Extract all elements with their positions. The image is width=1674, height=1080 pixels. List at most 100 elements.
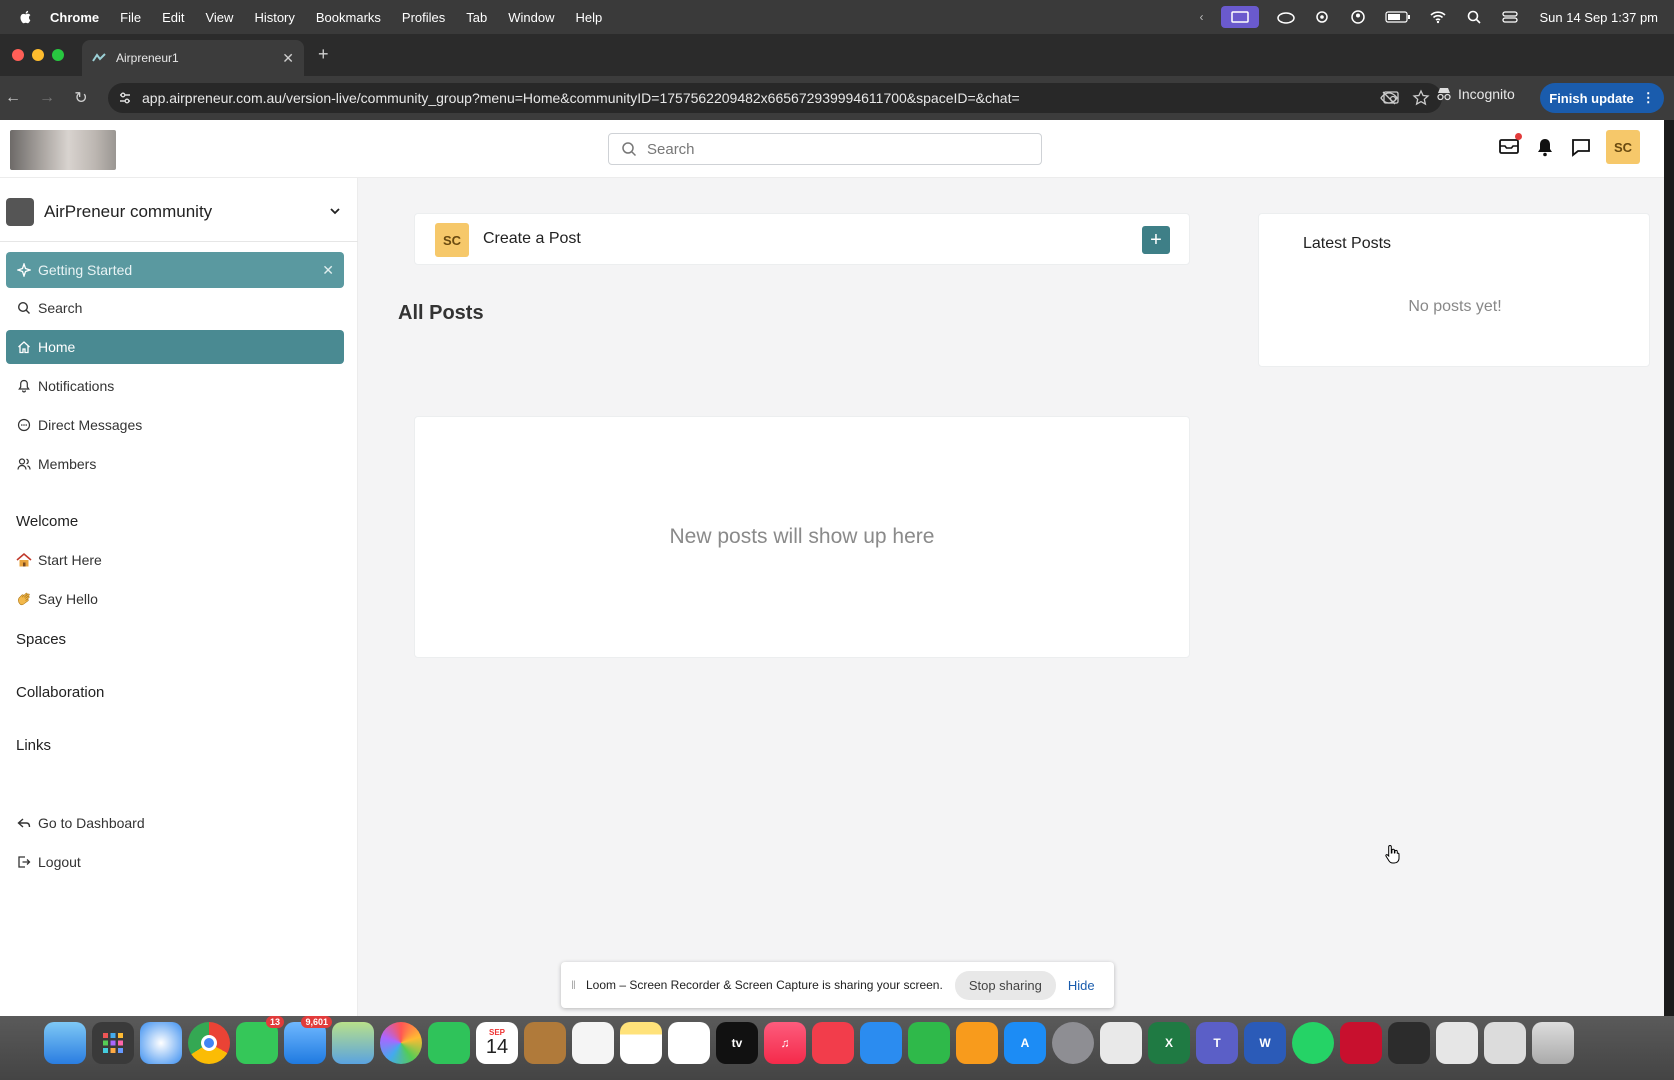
news-icon[interactable] bbox=[812, 1022, 854, 1064]
getting-started-label: Getting Started bbox=[38, 262, 133, 278]
whatsapp-icon[interactable] bbox=[1292, 1022, 1334, 1064]
downloads-stack-icon[interactable] bbox=[1436, 1022, 1478, 1064]
stop-sharing-button[interactable]: Stop sharing bbox=[954, 970, 1056, 1000]
launchpad-icon[interactable] bbox=[92, 1022, 134, 1064]
logout-link[interactable]: Logout bbox=[6, 845, 344, 879]
excel-icon[interactable]: X bbox=[1148, 1022, 1190, 1064]
reload-icon[interactable]: ↻ bbox=[70, 88, 92, 108]
photos-icon[interactable] bbox=[380, 1022, 422, 1064]
pages-icon[interactable] bbox=[956, 1022, 998, 1064]
close-window-button[interactable] bbox=[12, 49, 24, 61]
documents-stack-icon[interactable] bbox=[1484, 1022, 1526, 1064]
sidebar-item-search[interactable]: Search bbox=[6, 291, 344, 325]
menubar-clock[interactable]: Sun 14 Sep 1:37 pm bbox=[1539, 10, 1658, 25]
user-circle-icon[interactable] bbox=[1349, 10, 1367, 24]
community-logo[interactable] bbox=[10, 130, 116, 170]
section-heading-collaboration[interactable]: Collaboration bbox=[16, 684, 104, 701]
maximize-window-button[interactable] bbox=[52, 49, 64, 61]
getting-started-banner[interactable]: Getting Started ✕ bbox=[6, 252, 344, 288]
menu-edit[interactable]: Edit bbox=[162, 10, 184, 25]
menu-tab[interactable]: Tab bbox=[466, 10, 487, 25]
control-center-icon[interactable] bbox=[1501, 10, 1519, 24]
trash-icon[interactable] bbox=[1532, 1022, 1574, 1064]
finder-icon[interactable] bbox=[44, 1022, 86, 1064]
site-settings-icon[interactable] bbox=[118, 91, 132, 105]
gear-status-icon[interactable] bbox=[1313, 10, 1331, 24]
sidebar-item-say-hello[interactable]: Say Hello bbox=[6, 582, 344, 616]
menu-profiles[interactable]: Profiles bbox=[402, 10, 445, 25]
menu-view[interactable]: View bbox=[205, 10, 233, 25]
apple-tv-icon[interactable]: tv bbox=[716, 1022, 758, 1064]
messages-icon[interactable]: 13 bbox=[236, 1016, 284, 1064]
keynote-icon[interactable] bbox=[860, 1022, 902, 1064]
iphone-mirroring-icon[interactable] bbox=[1100, 1022, 1142, 1064]
sidebar-item-home[interactable]: Home bbox=[6, 330, 344, 364]
sidebar-item-start-here[interactable]: Start Here bbox=[6, 543, 344, 577]
reminders-icon[interactable] bbox=[572, 1022, 614, 1064]
notes-icon[interactable] bbox=[620, 1022, 662, 1064]
new-tab-icon[interactable]: + bbox=[318, 44, 329, 65]
sidebar-item-direct-messages[interactable]: Direct Messages bbox=[6, 408, 344, 442]
apple-icon[interactable] bbox=[18, 9, 34, 25]
menu-window[interactable]: Window bbox=[508, 10, 554, 25]
bookmark-star-icon[interactable] bbox=[1412, 89, 1430, 107]
tab-search-icon[interactable] bbox=[1382, 89, 1400, 107]
go-to-dashboard-link[interactable]: Go to Dashboard bbox=[6, 806, 344, 840]
sidebar-item-notifications[interactable]: Notifications bbox=[6, 369, 344, 403]
creative-cloud-icon[interactable] bbox=[1277, 10, 1296, 24]
menu-app-name[interactable]: Chrome bbox=[50, 10, 99, 25]
music-icon[interactable]: ♫ bbox=[764, 1022, 806, 1064]
spotlight-search-icon[interactable] bbox=[1465, 10, 1483, 24]
menu-history[interactable]: History bbox=[254, 10, 294, 25]
community-switcher[interactable]: AirPreneur community bbox=[6, 196, 346, 228]
mail-icon[interactable]: 9,601 bbox=[284, 1016, 332, 1064]
acrobat-icon[interactable] bbox=[1340, 1022, 1382, 1064]
chrome-icon[interactable] bbox=[188, 1022, 230, 1064]
calendar-icon[interactable]: SEP 14 bbox=[476, 1022, 518, 1064]
community-name: AirPreneur community bbox=[44, 202, 213, 221]
teams-icon[interactable]: T bbox=[1196, 1022, 1238, 1064]
facetime-icon[interactable] bbox=[428, 1022, 470, 1064]
hide-button[interactable]: Hide bbox=[1068, 978, 1095, 993]
back-arrow-icon[interactable]: ← bbox=[2, 89, 24, 107]
screen-mirror-icon[interactable] bbox=[1221, 6, 1260, 28]
airpreneur-favicon-icon bbox=[92, 53, 106, 62]
address-bar[interactable]: app.airpreneur.com.au/version-live/commu… bbox=[108, 83, 1442, 113]
screenshot-stack-icon[interactable] bbox=[1388, 1022, 1430, 1064]
word-icon[interactable]: W bbox=[1244, 1022, 1286, 1064]
safari-icon[interactable] bbox=[140, 1022, 182, 1064]
inbox-button[interactable] bbox=[1498, 132, 1522, 160]
system-settings-icon[interactable] bbox=[1052, 1022, 1094, 1064]
create-post-card[interactable]: SC Create a Post + bbox=[414, 213, 1190, 265]
chat-bubble-icon[interactable] bbox=[1570, 136, 1592, 158]
numbers-icon[interactable] bbox=[908, 1022, 950, 1064]
menu-help[interactable]: Help bbox=[576, 10, 603, 25]
section-heading-links[interactable]: Links bbox=[16, 737, 51, 754]
forward-arrow-icon[interactable]: → bbox=[36, 89, 58, 107]
latest-posts-empty: No posts yet! bbox=[1408, 298, 1502, 315]
contacts-icon[interactable] bbox=[524, 1022, 566, 1064]
user-avatar[interactable]: SC bbox=[1606, 130, 1640, 164]
browser-tab[interactable]: Airpreneur1 ✕ bbox=[82, 40, 304, 76]
battery-icon[interactable] bbox=[1385, 10, 1411, 24]
close-icon[interactable]: ✕ bbox=[322, 262, 334, 279]
bell-icon[interactable] bbox=[1534, 136, 1556, 158]
search-input[interactable]: Search bbox=[608, 133, 1042, 165]
finish-update-button[interactable]: Finish update ⋮ bbox=[1540, 83, 1664, 113]
tab-title: Airpreneur1 bbox=[116, 51, 179, 65]
menu-file[interactable]: File bbox=[120, 10, 141, 25]
minimize-window-button[interactable] bbox=[32, 49, 44, 61]
freeform-icon[interactable] bbox=[668, 1022, 710, 1064]
close-tab-icon[interactable]: ✕ bbox=[282, 50, 294, 67]
sidebar-item-members[interactable]: Members bbox=[6, 447, 344, 481]
chevron-left-icon[interactable]: ‹ bbox=[1199, 10, 1203, 24]
members-icon bbox=[16, 456, 32, 472]
app-store-icon[interactable]: A bbox=[1004, 1022, 1046, 1064]
menu-bookmarks[interactable]: Bookmarks bbox=[316, 10, 381, 25]
wifi-icon[interactable] bbox=[1429, 10, 1447, 24]
drag-handle-icon[interactable]: ‖ bbox=[571, 978, 576, 992]
incognito-indicator[interactable]: Incognito bbox=[1436, 86, 1515, 102]
add-post-button[interactable]: + bbox=[1142, 226, 1170, 254]
maps-icon[interactable] bbox=[332, 1022, 374, 1064]
section-heading-spaces[interactable]: Spaces bbox=[16, 631, 66, 648]
